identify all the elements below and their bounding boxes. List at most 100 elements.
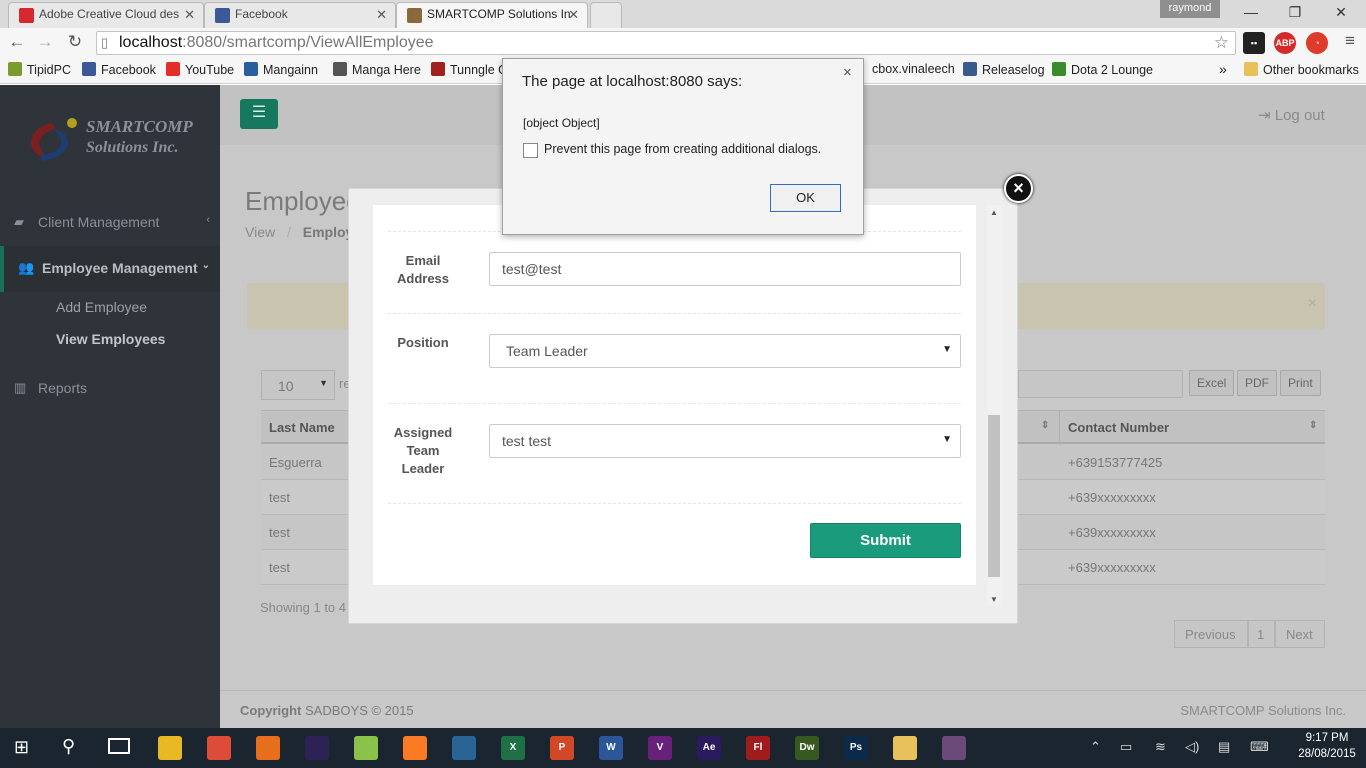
sidebar-item-reports[interactable]: ▥ Reports bbox=[0, 366, 220, 412]
modal-scrollbar-thumb[interactable] bbox=[988, 415, 1000, 577]
keyboard-icon[interactable]: ⌨ bbox=[1250, 739, 1269, 755]
copyright-text: Copyright SADBOYS © 2015 bbox=[240, 703, 414, 718]
bookmark-tipidpc[interactable]: TipidPC bbox=[8, 62, 71, 77]
back-icon[interactable]: ← bbox=[5, 32, 29, 52]
extension-icon[interactable]: ▪▪ bbox=[1243, 32, 1265, 54]
alert-ok-button[interactable]: OK bbox=[770, 184, 841, 212]
browser-tab-facebook[interactable]: Facebook ✕ bbox=[204, 2, 396, 28]
column-header-last-name[interactable]: Last Name bbox=[269, 420, 335, 435]
facebook-icon bbox=[82, 62, 96, 76]
windows-start-icon[interactable]: ⊞ bbox=[14, 737, 29, 758]
excel-icon[interactable]: X bbox=[501, 736, 525, 760]
chrome-icon[interactable] bbox=[207, 736, 231, 760]
flash-icon[interactable]: Fl bbox=[746, 736, 770, 760]
export-pdf-button[interactable]: PDF bbox=[1237, 370, 1277, 396]
restore-icon[interactable]: ❐ bbox=[1280, 4, 1310, 21]
other-bookmarks[interactable]: Other bookmarks bbox=[1244, 62, 1359, 77]
bookmark-dota2lounge[interactable]: Dota 2 Lounge bbox=[1052, 62, 1153, 77]
address-bar[interactable]: ▯ localhost:8080/smartcomp/ViewAllEmploy… bbox=[96, 31, 1236, 55]
tab-title: Adobe Creative Cloud des bbox=[39, 7, 180, 21]
sidebar-subitem-add-employee[interactable]: Add Employee bbox=[56, 299, 147, 315]
adblock-plus-icon[interactable]: ABP bbox=[1274, 32, 1296, 54]
pagination-next[interactable]: Next bbox=[1275, 620, 1325, 648]
bookmark-tunngle[interactable]: Tunngle G bbox=[431, 62, 508, 77]
profile-badge[interactable]: raymond bbox=[1160, 0, 1220, 18]
game-app-icon[interactable] bbox=[942, 736, 966, 760]
reload-icon[interactable]: ↻ bbox=[63, 32, 87, 52]
xampp-icon[interactable] bbox=[403, 736, 427, 760]
power-icon[interactable]: ▭ bbox=[1120, 739, 1132, 755]
forward-icon[interactable]: → bbox=[33, 32, 57, 52]
word-icon[interactable]: W bbox=[599, 736, 623, 760]
task-view-icon[interactable] bbox=[108, 738, 130, 754]
email-input[interactable]: test@test bbox=[489, 252, 961, 286]
sort-icon[interactable]: ⇕ bbox=[1309, 420, 1317, 431]
close-modal-button[interactable]: × bbox=[1004, 174, 1033, 203]
show-hidden-icons[interactable]: ⌃ bbox=[1090, 739, 1101, 755]
close-tab-icon[interactable]: ✕ bbox=[568, 7, 579, 23]
releaselog-icon bbox=[963, 62, 977, 76]
bookmark-facebook[interactable]: Facebook bbox=[82, 62, 156, 77]
submit-button[interactable]: Submit bbox=[810, 523, 961, 558]
pagination-previous[interactable]: Previous bbox=[1174, 620, 1248, 648]
scroll-down-icon[interactable]: ▼ bbox=[990, 595, 998, 604]
after-effects-icon[interactable]: Ae bbox=[697, 736, 721, 760]
sidebar-toggle-button[interactable]: ☰ bbox=[240, 99, 278, 129]
table-search-input[interactable] bbox=[1018, 370, 1183, 398]
powerpoint-icon[interactable]: P bbox=[550, 736, 574, 760]
sidebar-subitem-view-employees[interactable]: View Employees bbox=[56, 331, 165, 347]
sidebar-item-client-management[interactable]: ▰ Client Management ‹ bbox=[0, 200, 220, 246]
firefox-icon[interactable] bbox=[256, 736, 280, 760]
alert-close-icon[interactable]: × bbox=[843, 64, 852, 81]
extension-red-icon[interactable]: ◔ bbox=[1306, 32, 1328, 54]
cell-contact: +639xxxxxxxxx bbox=[1068, 490, 1156, 505]
close-tab-icon[interactable]: ✕ bbox=[184, 7, 195, 23]
mysql-workbench-icon[interactable] bbox=[452, 736, 476, 760]
close-tab-icon[interactable]: ✕ bbox=[376, 7, 387, 23]
pagination-page-1[interactable]: 1 bbox=[1248, 620, 1275, 648]
photoshop-icon[interactable]: Ps bbox=[844, 736, 868, 760]
close-banner-icon[interactable]: × bbox=[1308, 295, 1317, 313]
bookmark-mangainn[interactable]: Mangainn bbox=[244, 62, 318, 77]
chevron-down-icon: ⌄ bbox=[201, 260, 210, 271]
bookmark-star-icon[interactable]: ☆ bbox=[1214, 33, 1229, 53]
bookmark-cbox[interactable]: cbox.vinaleech bbox=[872, 62, 955, 76]
minimize-icon[interactable]: — bbox=[1236, 4, 1266, 20]
wifi-icon[interactable]: ≋ bbox=[1155, 739, 1166, 755]
menu-icon[interactable]: ≡ bbox=[1338, 31, 1362, 51]
dreamweaver-icon[interactable]: Dw bbox=[795, 736, 819, 760]
bookmark-label: Releaselog bbox=[982, 63, 1045, 77]
prevent-dialogs-checkbox[interactable] bbox=[523, 143, 538, 158]
notepadpp-icon[interactable] bbox=[354, 736, 378, 760]
volume-icon[interactable]: ◁) bbox=[1185, 739, 1199, 755]
scroll-up-icon[interactable]: ▲ bbox=[990, 208, 998, 217]
position-select[interactable]: Team Leader ▼ bbox=[489, 334, 961, 368]
clock[interactable]: 9:17 PM 28/08/2015 bbox=[1296, 730, 1358, 762]
folder-icon[interactable] bbox=[893, 736, 917, 760]
prevent-dialogs-label[interactable]: Prevent this page from creating addition… bbox=[544, 142, 821, 156]
page-info-icon: ▯ bbox=[101, 35, 109, 50]
bookmark-manga-here[interactable]: Manga Here bbox=[333, 62, 421, 77]
sidebar-item-employee-management[interactable]: 👥 Employee Management ⌄ bbox=[0, 246, 220, 292]
close-window-icon[interactable]: ✕ bbox=[1326, 4, 1356, 21]
bookmark-label: YouTube bbox=[185, 63, 235, 77]
more-bookmarks-chevron[interactable]: » bbox=[1219, 61, 1227, 77]
bookmark-releaselog[interactable]: Releaselog bbox=[963, 62, 1045, 77]
page-size-select[interactable]: 10 ▼ bbox=[261, 370, 335, 400]
notifications-icon[interactable]: ▤ bbox=[1218, 739, 1230, 755]
export-excel-button[interactable]: Excel bbox=[1189, 370, 1235, 396]
visual-studio-icon[interactable]: V bbox=[648, 736, 672, 760]
eclipse-icon[interactable] bbox=[305, 736, 329, 760]
team-leader-select[interactable]: test test ▼ bbox=[489, 424, 961, 458]
bookmark-youtube[interactable]: YouTube bbox=[166, 62, 234, 77]
sort-icon[interactable]: ⇕ bbox=[1041, 420, 1049, 431]
print-button[interactable]: Print bbox=[1280, 370, 1321, 396]
column-header-contact-number[interactable]: Contact Number bbox=[1068, 420, 1169, 435]
new-tab-button[interactable] bbox=[590, 2, 622, 28]
breadcrumb-view[interactable]: View bbox=[245, 224, 275, 240]
browser-tab-adobe[interactable]: Adobe Creative Cloud des ✕ bbox=[8, 2, 204, 28]
search-icon[interactable]: ⚲ bbox=[62, 736, 75, 757]
logout-link[interactable]: ⇥ Log out bbox=[1258, 106, 1325, 124]
file-explorer-icon[interactable] bbox=[158, 736, 182, 760]
browser-tab-smartcomp[interactable]: SMARTCOMP Solutions In ✕ bbox=[396, 2, 588, 28]
